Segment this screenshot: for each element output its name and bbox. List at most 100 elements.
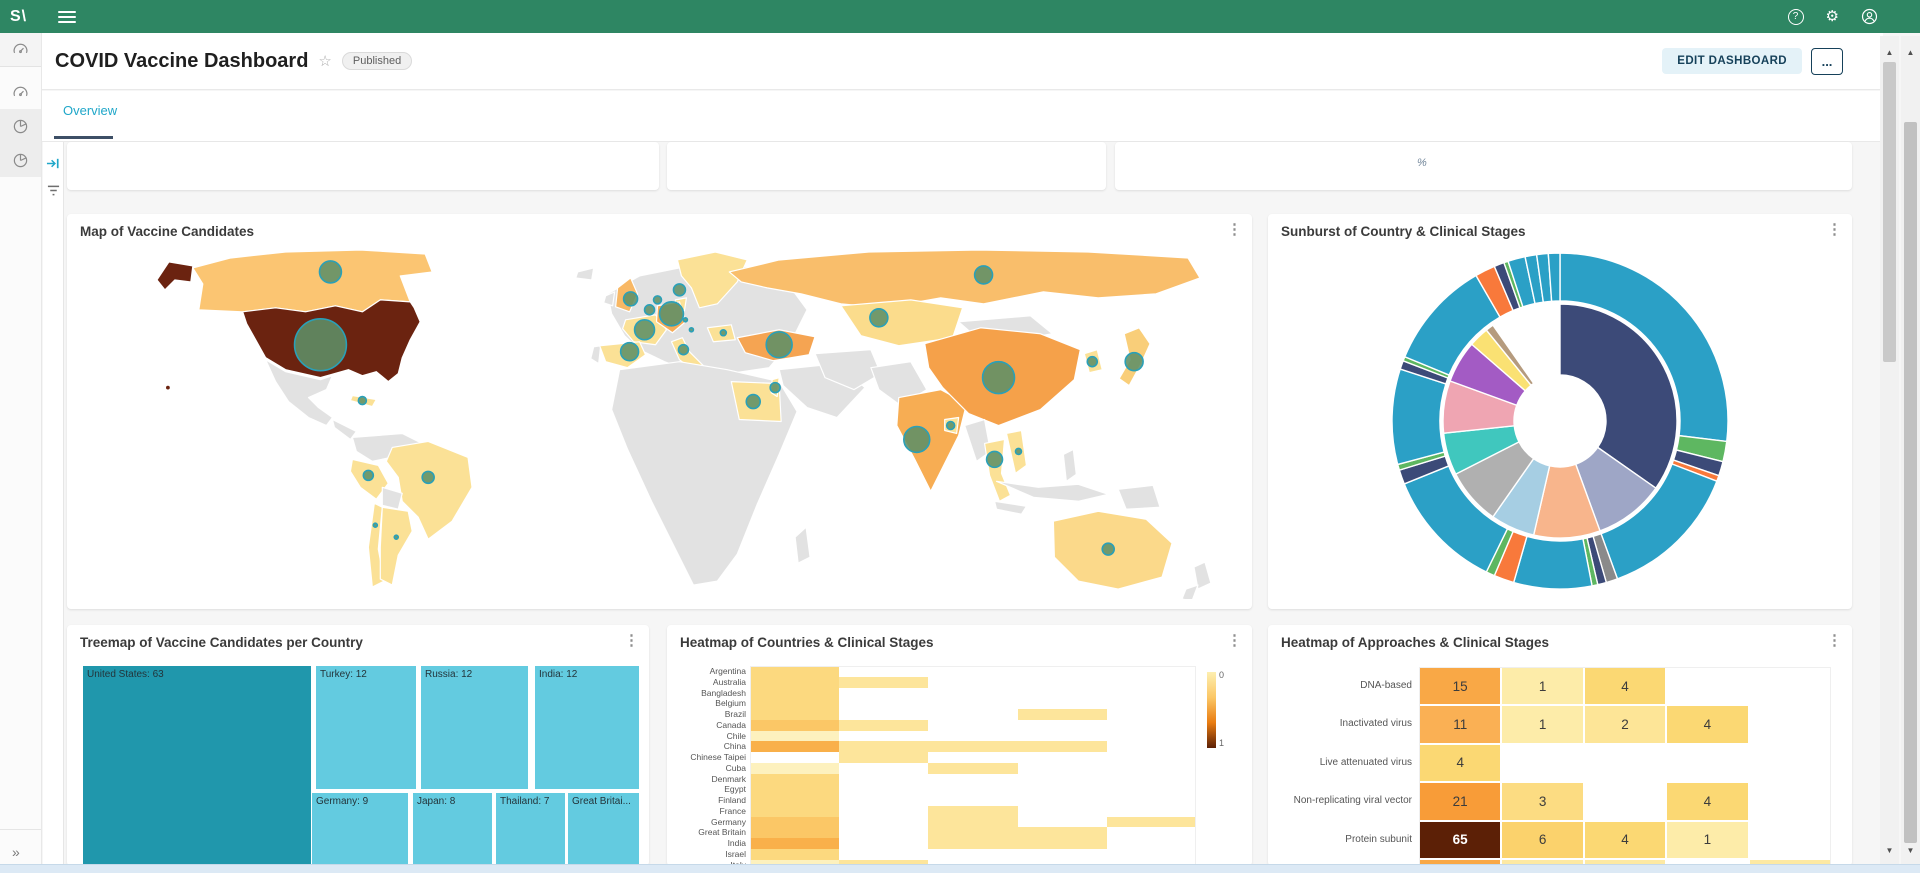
map-country-base[interactable] bbox=[1182, 585, 1198, 599]
map-country-base[interactable] bbox=[604, 292, 615, 306]
map-bubble-great-britain[interactable] bbox=[624, 292, 638, 306]
heatmap-cell[interactable] bbox=[1018, 741, 1107, 752]
edit-dashboard-button[interactable]: EDIT DASHBOARD bbox=[1662, 48, 1802, 74]
filter-list-icon[interactable] bbox=[46, 184, 61, 197]
treemap-cell[interactable]: Russia: 12 bbox=[421, 666, 528, 789]
heatmap-cell[interactable] bbox=[750, 688, 839, 699]
map-country-base[interactable] bbox=[1118, 485, 1160, 509]
map-country-base[interactable] bbox=[591, 346, 601, 364]
map-bubble-russia[interactable] bbox=[975, 266, 993, 284]
heatmap-cell[interactable]: 3 bbox=[1501, 782, 1583, 820]
heatmap-cell[interactable] bbox=[1018, 838, 1107, 849]
scroll-up-arrow[interactable]: ▲ bbox=[1880, 44, 1899, 60]
heatmap-cell[interactable]: 4 bbox=[1584, 821, 1666, 859]
heatmap-cell[interactable] bbox=[750, 784, 839, 795]
map-bubble-italy[interactable] bbox=[678, 345, 688, 355]
expand-filter-bar-icon[interactable] bbox=[46, 156, 61, 171]
treemap-cell[interactable]: United States: 63 bbox=[83, 666, 311, 866]
heatmap-cell[interactable] bbox=[839, 752, 928, 763]
scroll-down-arrow[interactable]: ▼ bbox=[1901, 842, 1920, 858]
map-bubble-cuba[interactable] bbox=[358, 397, 366, 405]
treemap-cell[interactable]: Great Britai... bbox=[568, 793, 639, 866]
heatmap-cell[interactable]: 1 bbox=[1501, 705, 1583, 743]
treemap-cell[interactable]: Thailand: 7 bbox=[496, 793, 565, 866]
heatmap-cell[interactable]: 1 bbox=[1666, 821, 1748, 859]
map-bubble-thailand[interactable] bbox=[987, 451, 1003, 467]
heatmap-cell[interactable] bbox=[928, 806, 1017, 817]
superset-logo[interactable]: S\ bbox=[10, 8, 44, 26]
map-bubble-austria[interactable] bbox=[689, 328, 693, 332]
map-bubble-belgium[interactable] bbox=[645, 305, 655, 315]
page-scrollbar[interactable]: ▲ ▼ bbox=[1901, 36, 1920, 866]
heatmap-cell[interactable] bbox=[750, 720, 839, 731]
heatmap-cell[interactable] bbox=[750, 666, 839, 677]
heatmap-cell[interactable] bbox=[750, 698, 839, 709]
user-icon[interactable] bbox=[1861, 8, 1878, 25]
map-country-hawaii[interactable] bbox=[165, 385, 170, 390]
kebab-menu-icon[interactable]: ⋮ bbox=[1827, 633, 1842, 648]
heatmap-cell[interactable]: 4 bbox=[1584, 667, 1666, 705]
heatmap-cell[interactable] bbox=[839, 741, 928, 752]
heatmap-cell[interactable] bbox=[928, 817, 1017, 828]
map-bubble-bangladesh[interactable] bbox=[947, 422, 955, 430]
heatmap-cell[interactable] bbox=[839, 720, 928, 731]
map-bubble-argentina[interactable] bbox=[394, 535, 398, 539]
scroll-up-arrow[interactable]: ▲ bbox=[1901, 44, 1920, 60]
heatmap-cell[interactable]: 6 bbox=[1501, 821, 1583, 859]
map-bubble-china[interactable] bbox=[983, 362, 1015, 394]
map-bubble-peru[interactable] bbox=[363, 470, 373, 480]
heatmap-cell[interactable] bbox=[750, 827, 839, 838]
kebab-menu-icon[interactable]: ⋮ bbox=[624, 633, 639, 648]
map-country-base[interactable] bbox=[1063, 449, 1076, 481]
map-bubble-vietnam[interactable] bbox=[1015, 448, 1021, 454]
heatmap-cell[interactable] bbox=[750, 817, 839, 828]
map-bubble-australia[interactable] bbox=[1102, 543, 1114, 555]
map-country-base[interactable] bbox=[997, 481, 1109, 501]
map-bubble-netherlands[interactable] bbox=[654, 296, 662, 304]
heatmap-cell[interactable] bbox=[750, 795, 839, 806]
map-bubble-brazil[interactable] bbox=[422, 471, 434, 483]
map-bubble-czechia[interactable] bbox=[683, 318, 687, 322]
heatmap-cell[interactable]: 4 bbox=[1666, 782, 1748, 820]
sidebar-item-charts[interactable] bbox=[0, 109, 41, 143]
map-bubble-kazakhstan[interactable] bbox=[870, 309, 888, 327]
map-bubble-japan[interactable] bbox=[1125, 353, 1143, 371]
scroll-down-arrow[interactable]: ▼ bbox=[1880, 842, 1899, 858]
heatmap-cell[interactable] bbox=[928, 741, 1017, 752]
map-country-base[interactable] bbox=[332, 420, 356, 440]
map-bubble-france[interactable] bbox=[635, 320, 655, 340]
sunburst-outer-segment-8[interactable] bbox=[1514, 536, 1592, 589]
menu-hamburger-icon[interactable] bbox=[58, 11, 76, 23]
published-badge[interactable]: Published bbox=[342, 52, 412, 70]
heatmap-cell[interactable] bbox=[750, 677, 839, 688]
map-country-base[interactable] bbox=[795, 527, 810, 563]
heatmap-cell[interactable]: 4 bbox=[1666, 705, 1748, 743]
heatmap-cell[interactable]: 1 bbox=[1501, 667, 1583, 705]
heatmap-cell[interactable]: 2 bbox=[1584, 705, 1666, 743]
help-icon[interactable]: ? bbox=[1788, 9, 1804, 25]
heatmap-cell[interactable] bbox=[928, 827, 1017, 838]
map-bubble-india[interactable] bbox=[904, 426, 930, 452]
heatmap-cell[interactable]: 65 bbox=[1419, 821, 1501, 859]
sidebar-item-chart-list[interactable] bbox=[0, 143, 41, 177]
heatmap-cell[interactable]: 4 bbox=[1419, 744, 1501, 782]
map-bubble-turkey[interactable] bbox=[766, 332, 792, 358]
heatmap-cell[interactable] bbox=[928, 763, 1017, 774]
map-bubble-chile[interactable] bbox=[373, 523, 377, 527]
map-country-base[interactable] bbox=[576, 268, 594, 280]
more-options-button[interactable]: ... bbox=[1811, 48, 1843, 75]
dashboard-scrollbar[interactable]: ▲ ▼ bbox=[1880, 36, 1899, 866]
tab-overview[interactable]: Overview bbox=[63, 103, 117, 118]
horizontal-scrollbar[interactable] bbox=[0, 864, 1920, 873]
map-bubble-south-korea[interactable] bbox=[1087, 357, 1097, 367]
scrollbar-thumb[interactable] bbox=[1904, 122, 1917, 843]
map-country-argentina[interactable] bbox=[380, 507, 412, 585]
treemap-cell[interactable]: India: 12 bbox=[535, 666, 639, 789]
gear-icon[interactable]: ⚙ bbox=[1826, 9, 1839, 24]
sidebar-item-dashboard-active[interactable] bbox=[0, 33, 41, 67]
sunburst-outer-segment-14[interactable] bbox=[1392, 369, 1446, 464]
map-country-base[interactable] bbox=[382, 487, 402, 509]
heatmap-cell[interactable] bbox=[1018, 827, 1107, 838]
map-bubble-romania[interactable] bbox=[720, 330, 726, 336]
map-country-base[interactable] bbox=[995, 501, 1027, 514]
